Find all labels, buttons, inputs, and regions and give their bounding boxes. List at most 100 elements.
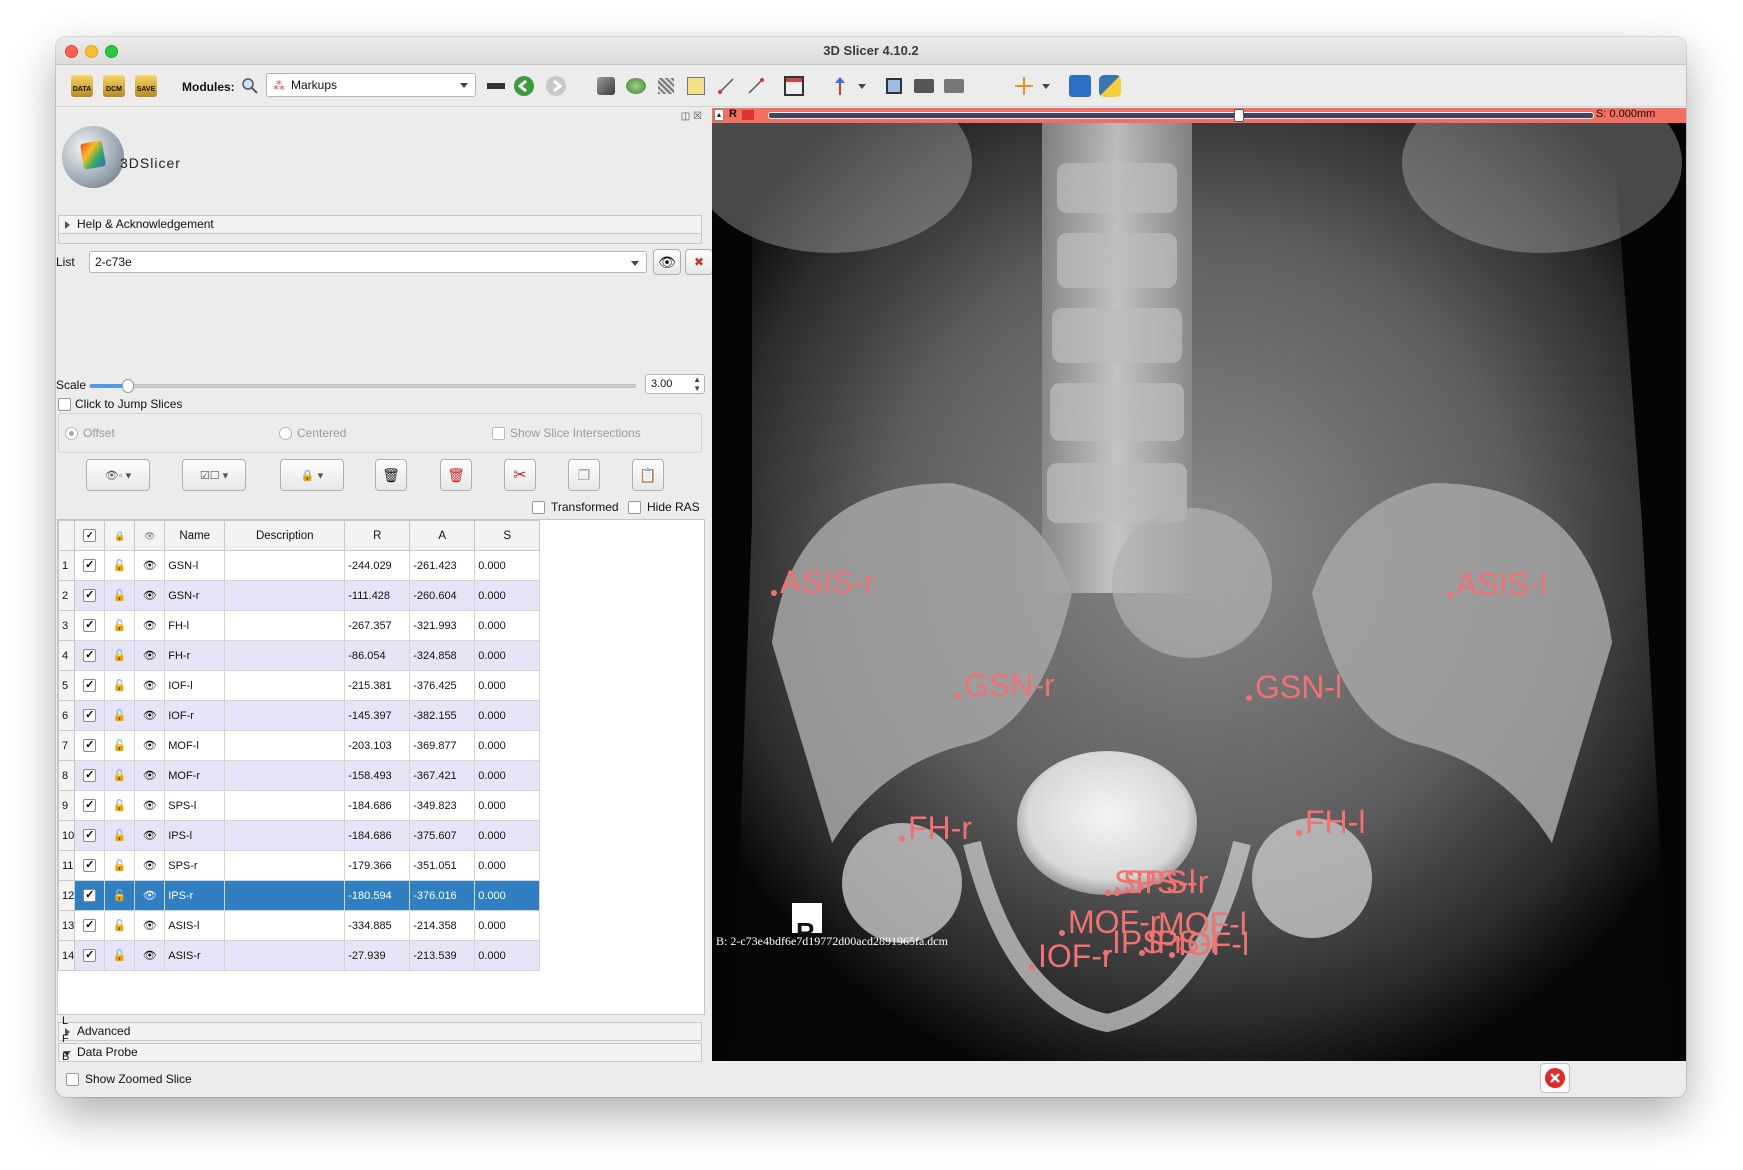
show-slice-intersections-checkbox[interactable]: [492, 427, 505, 440]
row-number[interactable]: 6: [57, 700, 76, 731]
row-lock-toggle[interactable]: 🔓: [104, 790, 136, 821]
row-lock-toggle[interactable]: 🔓: [104, 880, 136, 911]
row-selected-checkbox[interactable]: ✓: [74, 610, 106, 641]
row-number[interactable]: 14: [57, 940, 76, 971]
row-visibility-toggle[interactable]: 👁: [134, 550, 166, 581]
row-s[interactable]: 0.000: [474, 640, 541, 671]
selection-menu-button[interactable]: ☑☐ ▾: [182, 459, 246, 491]
r-column-header[interactable]: R: [344, 520, 411, 551]
row-number[interactable]: 4: [57, 640, 76, 671]
click-to-jump-checkbox[interactable]: [58, 398, 71, 411]
table-row[interactable]: 2 ✓ 🔓 👁 GSN-r -111.428 -260.604 0.000: [57, 580, 541, 611]
markups-tool-icon[interactable]: [714, 74, 738, 98]
error-log-button[interactable]: [1540, 1063, 1570, 1093]
row-r[interactable]: -267.357: [344, 610, 411, 641]
row-number[interactable]: 8: [57, 760, 76, 791]
table-row[interactable]: 3 ✓ 🔓 👁 FH-l -267.357 -321.993 0.000: [57, 610, 541, 641]
fiducial-point[interactable]: [1296, 830, 1302, 836]
row-a[interactable]: -376.016: [409, 880, 476, 911]
row-selected-checkbox[interactable]: ✓: [74, 700, 106, 731]
row-s[interactable]: 0.000: [474, 880, 541, 911]
row-a[interactable]: -382.155: [409, 700, 476, 731]
row-s[interactable]: 0.000: [474, 550, 541, 581]
ruler-icon[interactable]: [744, 74, 768, 98]
row-number[interactable]: 2: [57, 580, 76, 611]
row-visibility-toggle[interactable]: 👁: [134, 580, 166, 611]
row-lock-toggle[interactable]: 🔓: [104, 670, 136, 701]
row-name[interactable]: FH-r: [164, 640, 226, 671]
slice-offset-slider[interactable]: [768, 109, 1594, 122]
row-selected-checkbox[interactable]: ✓: [74, 580, 106, 611]
module-selector[interactable]: ⁂ Markups: [266, 73, 476, 97]
row-a[interactable]: -367.421: [409, 760, 476, 791]
row-a[interactable]: -321.993: [409, 610, 476, 641]
row-lock-toggle[interactable]: 🔓: [104, 550, 136, 581]
row-r[interactable]: -184.686: [344, 820, 411, 851]
camera-icon[interactable]: [912, 74, 936, 98]
row-description[interactable]: [224, 820, 346, 851]
row-number[interactable]: 1: [57, 550, 76, 581]
row-r[interactable]: -158.493: [344, 760, 411, 791]
table-row[interactable]: 12 ✓ 🔓 👁 IPS-r -180.594 -376.016 0.000: [57, 880, 541, 911]
transforms-icon[interactable]: [654, 74, 678, 98]
row-s[interactable]: 0.000: [474, 580, 541, 611]
delete-point-button[interactable]: 🗑: [375, 459, 407, 491]
row-r[interactable]: -86.054: [344, 640, 411, 671]
crosshair-icon[interactable]: [1012, 74, 1036, 98]
row-name[interactable]: IPS-l: [164, 820, 226, 851]
row-selected-checkbox[interactable]: ✓: [74, 670, 106, 701]
row-description[interactable]: [224, 670, 346, 701]
visibility-menu-button[interactable]: 👁◦ ▾: [86, 459, 150, 491]
row-visibility-toggle[interactable]: 👁: [134, 910, 166, 941]
panel-dock-buttons[interactable]: ◫ ☒: [681, 111, 702, 122]
row-visibility-toggle[interactable]: 👁: [134, 820, 166, 851]
lock-menu-button[interactable]: 🔒 ▾: [280, 459, 344, 491]
link-icon[interactable]: [742, 110, 754, 120]
row-selected-checkbox[interactable]: ✓: [74, 880, 106, 911]
row-lock-toggle[interactable]: 🔓: [104, 760, 136, 791]
row-selected-checkbox[interactable]: ✓: [74, 910, 106, 941]
locked-column-header[interactable]: 🔒: [104, 520, 136, 551]
table-row[interactable]: 13 ✓ 🔓 👁 ASIS-l -334.885 -214.358 0.000: [57, 910, 541, 941]
row-selected-checkbox[interactable]: ✓: [74, 640, 106, 671]
row-description[interactable]: [224, 640, 346, 671]
row-a[interactable]: -214.358: [409, 910, 476, 941]
screenshot-icon[interactable]: [882, 74, 906, 98]
row-a[interactable]: -349.823: [409, 790, 476, 821]
pin-icon[interactable]: ▴: [714, 109, 724, 121]
row-selected-checkbox[interactable]: ✓: [74, 790, 106, 821]
row-number[interactable]: 7: [57, 730, 76, 761]
row-description[interactable]: [224, 760, 346, 791]
s-column-header[interactable]: S: [474, 520, 541, 551]
row-visibility-toggle[interactable]: 👁: [134, 700, 166, 731]
row-number[interactable]: 3: [57, 610, 76, 641]
table-row[interactable]: 10 ✓ 🔓 👁 IPS-l -184.686 -375.607 0.000: [57, 820, 541, 851]
crosshair-arrow-icon[interactable]: [828, 74, 852, 98]
row-r[interactable]: -184.686: [344, 790, 411, 821]
row-s[interactable]: 0.000: [474, 670, 541, 701]
row-lock-toggle[interactable]: 🔓: [104, 640, 136, 671]
row-s[interactable]: 0.000: [474, 910, 541, 941]
row-r[interactable]: -203.103: [344, 730, 411, 761]
row-selected-checkbox[interactable]: ✓: [74, 820, 106, 851]
fiducial-point[interactable]: [1139, 950, 1145, 956]
table-row[interactable]: 9 ✓ 🔓 👁 SPS-l -184.686 -349.823 0.000: [57, 790, 541, 821]
row-s[interactable]: 0.000: [474, 940, 541, 971]
visible-column-header[interactable]: 👁: [134, 520, 166, 551]
row-name[interactable]: GSN-l: [164, 550, 226, 581]
slice-viewer[interactable]: ▴ R S: 0.000mm R ASIS-r ASIS-l GSN-r GSN…: [712, 108, 1686, 1097]
centered-radio[interactable]: [279, 427, 292, 440]
row-s[interactable]: 0.000: [474, 700, 541, 731]
models-icon[interactable]: [624, 74, 648, 98]
layout-grid-icon[interactable]: [782, 74, 806, 98]
row-a[interactable]: -351.051: [409, 850, 476, 881]
row-name[interactable]: ASIS-r: [164, 940, 226, 971]
row-a[interactable]: -261.423: [409, 550, 476, 581]
scale-slider[interactable]: [89, 379, 636, 393]
row-description[interactable]: [224, 910, 346, 941]
transformed-checkbox[interactable]: [532, 501, 545, 514]
row-name[interactable]: MOF-r: [164, 760, 226, 791]
row-visibility-toggle[interactable]: 👁: [134, 850, 166, 881]
row-selected-checkbox[interactable]: ✓: [74, 550, 106, 581]
volume-icon[interactable]: [594, 74, 618, 98]
